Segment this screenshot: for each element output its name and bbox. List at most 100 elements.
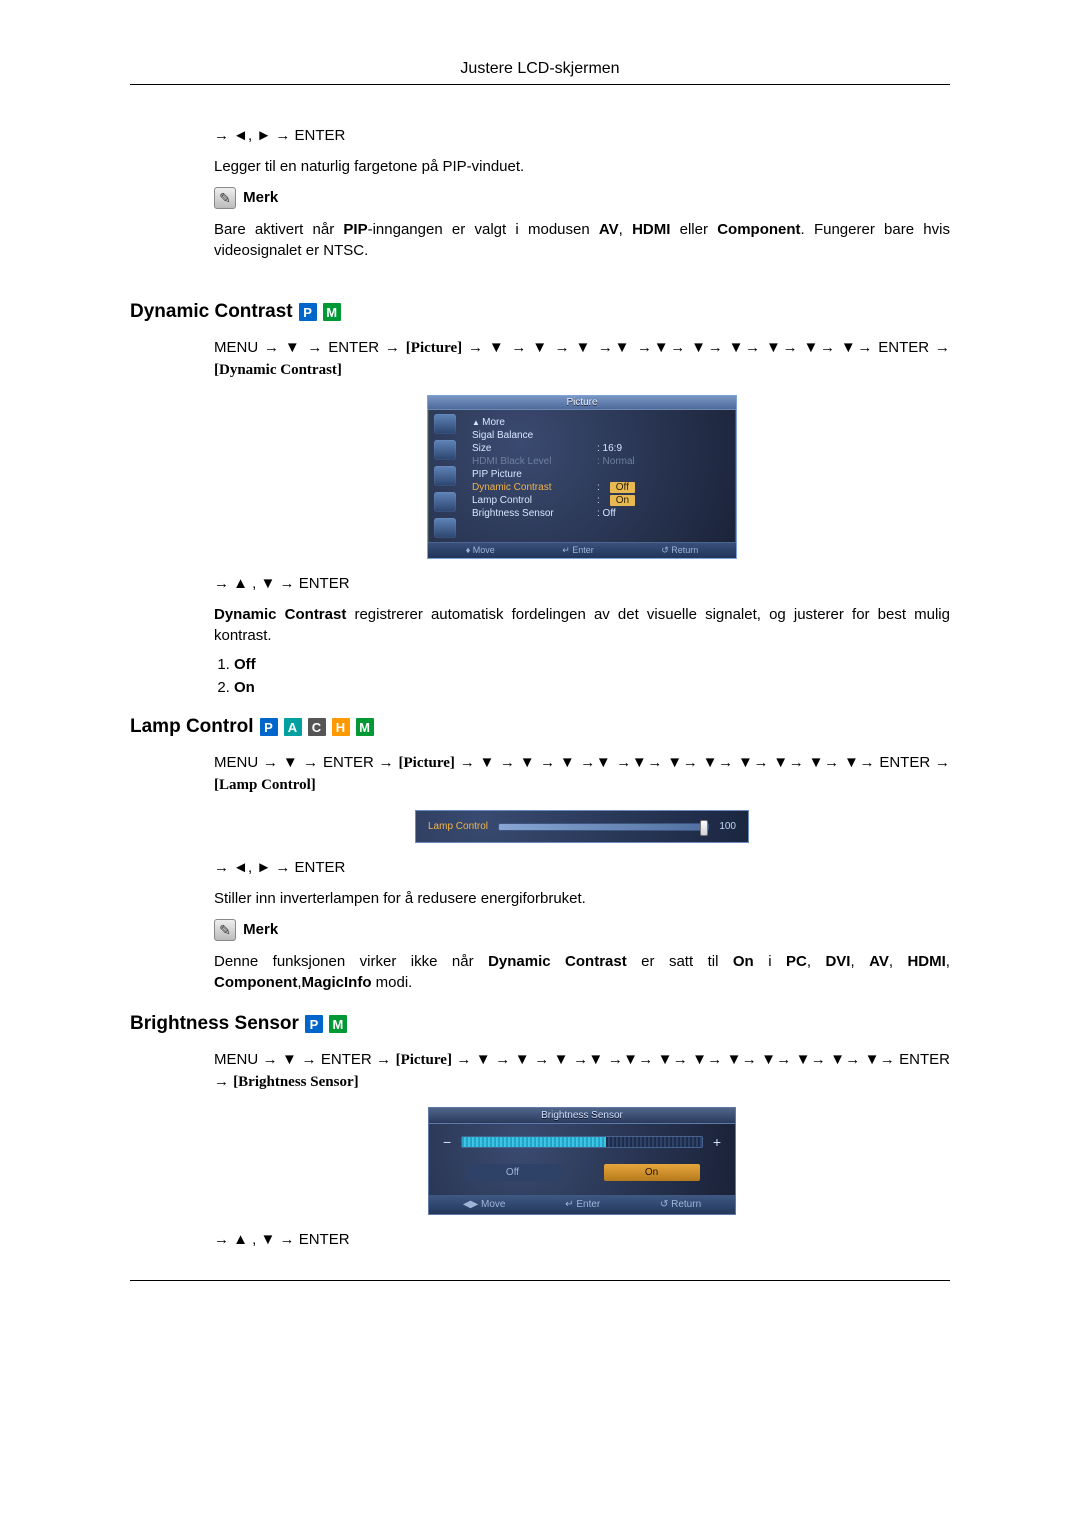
badge-a-icon: A <box>284 718 302 736</box>
t: , <box>619 221 632 238</box>
osd-bright-val: : Off <box>597 508 616 519</box>
osd-foot-move: ♦ Move <box>466 545 495 556</box>
option-off: Off <box>465 1164 561 1181</box>
nav-sequence: → ◄, ► → ENTER <box>214 857 950 878</box>
nav-sequence: MENU → ▼ → ENTER → [Picture] → ▼ → ▼ → ▼… <box>214 752 950 796</box>
kw-component: Component <box>214 974 297 991</box>
t: MENU → ▼ → ENTER → <box>214 339 406 356</box>
t: → ▼ → ▼ → ▼ →▼ →▼→ ▼→ ▼→ ▼→ ▼→ ▼→ ▼→ ENT… <box>455 754 950 771</box>
t: Denne funksjonen virker ikke når <box>214 953 488 970</box>
kw-on: On <box>733 953 754 970</box>
kw-hdmi: HDMI <box>632 221 670 238</box>
bracket-picture: [Picture] <box>399 755 455 771</box>
t: Move <box>473 545 495 555</box>
heading-dynamic-contrast: Dynamic Contrast P M <box>130 301 950 323</box>
divider <box>130 84 950 85</box>
osd-title: Picture <box>428 396 736 410</box>
t: eller <box>670 221 717 238</box>
osd-row: PIP Picture <box>472 468 726 481</box>
osd-size: Size <box>472 443 587 454</box>
t: Enter <box>576 1199 600 1210</box>
slider-track <box>498 823 709 831</box>
kw-pip: PIP <box>343 221 367 238</box>
slider-label: Lamp Control <box>428 821 488 832</box>
osd-menu: More Sigal Balance Size : 16:9 HDMI Black… <box>462 410 736 542</box>
badge-m-icon: M <box>329 1015 347 1033</box>
osd-screenshot-picture: Picture More Sigal Balance Size : 16:9 HD… <box>427 395 737 559</box>
bracket-picture: [Picture] <box>396 1052 452 1068</box>
osd-size-val: : 16:9 <box>597 443 622 454</box>
plus-icon: + <box>713 1134 721 1150</box>
osd-hbl: HDMI Black Level <box>472 456 587 467</box>
note-text: Denne funksjonen virker ikke når Dynamic… <box>214 951 950 993</box>
option-on: On <box>604 1164 700 1181</box>
osd-foot-enter: ↵ Enter <box>565 1199 600 1210</box>
dc-description: Dynamic Contrast registrerer automatisk … <box>214 604 950 646</box>
t: Bare aktivert når <box>214 221 343 238</box>
kw-magicinfo: MagicInfo <box>302 974 372 991</box>
osd-row: More <box>472 416 726 429</box>
bracket-dc: [Dynamic Contrast] <box>214 362 342 378</box>
t: → ▼ → ▼ → ▼ →▼ →▼→ ▼→ ▼→ ▼→ ▼→ ▼→ ENTER … <box>462 339 950 356</box>
option-off: Off <box>234 656 950 673</box>
t: Enter <box>572 545 594 555</box>
slider-thumb <box>700 820 708 836</box>
t: Off <box>234 656 256 673</box>
osd-tab-icon <box>434 492 456 512</box>
bracket-picture: [Picture] <box>406 340 462 356</box>
badge-p-icon: P <box>299 303 317 321</box>
note-label: Merk <box>243 921 278 938</box>
sensor-bar: − + <box>443 1134 721 1150</box>
kw-av: AV <box>599 221 619 238</box>
nav-sequence: MENU → ▼ → ENTER → [Picture] → ▼ → ▼ → ▼… <box>214 337 950 381</box>
t: : <box>597 495 600 506</box>
osd-pip: PIP Picture <box>472 469 587 480</box>
nav-sequence: MENU → ▼ → ENTER → [Picture] → ▼ → ▼ → ▼… <box>214 1049 950 1093</box>
divider <box>130 1280 950 1281</box>
osd-tab-icon <box>434 518 456 538</box>
note: Merk <box>214 187 950 209</box>
option-row: Off On <box>443 1164 721 1181</box>
note-label: Merk <box>243 189 278 206</box>
sensor-track <box>461 1136 703 1148</box>
kw-pc: PC <box>786 953 807 970</box>
t: , <box>807 953 826 970</box>
osd-dc-val: Off <box>610 482 635 493</box>
osd-lamp-val: On <box>610 495 635 506</box>
osd-more: More <box>472 417 587 428</box>
t: : <box>597 482 600 493</box>
lc-description: Stiller inn inverterlampen for å reduser… <box>214 888 950 909</box>
osd-iconcol <box>428 410 462 542</box>
osd-screenshot-lamp-slider: Lamp Control 100 <box>415 810 749 843</box>
t: i <box>754 953 786 970</box>
osd-body: More Sigal Balance Size : 16:9 HDMI Black… <box>428 410 736 542</box>
intro-text: Legger til en naturlig fargetone på PIP-… <box>214 156 950 177</box>
note: Merk <box>214 919 950 941</box>
osd-foot-return: ↺ Return <box>660 1199 701 1210</box>
t: Return <box>671 545 698 555</box>
t: Return <box>671 1199 701 1210</box>
t: , <box>946 953 950 970</box>
heading-text: Brightness Sensor <box>130 1013 299 1035</box>
osd-row: Brightness Sensor: Off <box>472 507 726 520</box>
sensor-fill <box>462 1137 606 1147</box>
heading-text: Lamp Control <box>130 716 254 738</box>
osd-footer: ◀▶ Move ↵ Enter ↺ Return <box>428 1195 736 1215</box>
osd-foot-return: ↺ Return <box>661 545 698 556</box>
kw-hdmi: HDMI <box>907 953 945 970</box>
t: , <box>850 953 869 970</box>
osd-lamp: Lamp Control <box>472 495 587 506</box>
t: Dynamic Contrast <box>214 606 346 623</box>
t: MENU → ▼ → ENTER → <box>214 1051 396 1068</box>
osd-foot-move: ◀▶ Move <box>463 1199 506 1210</box>
bracket-lc: [Lamp Control] <box>214 777 316 793</box>
badge-h-icon: H <box>332 718 350 736</box>
osd-row-selected: Dynamic Contrast: Off <box>472 481 726 494</box>
osd-dc: Dynamic Contrast <box>472 482 587 493</box>
badge-p-icon: P <box>305 1015 323 1033</box>
t: -inngangen er valgt i modusen <box>368 221 599 238</box>
osd-row: Size : 16:9 <box>472 442 726 455</box>
osd-row: Sigal Balance <box>472 429 726 442</box>
heading-lamp-control: Lamp Control P A C H M <box>130 716 950 738</box>
osd-row: Lamp Control: On <box>472 494 726 507</box>
